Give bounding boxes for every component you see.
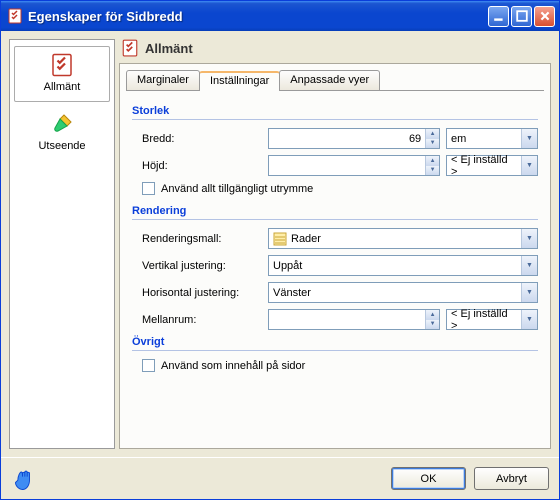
tab-label: Anpassade vyer [290,74,369,86]
valign-label: Vertikal justering: [142,260,262,272]
as-content-label: Använd som innehåll på sidor [161,360,305,372]
category-sidebar: Allmänt Utseende [9,39,115,449]
rows-template-icon [273,232,287,246]
maximize-button[interactable] [511,6,532,27]
width-unit-combo[interactable]: em ▼ [446,128,538,149]
group-title-other: Övrigt [132,336,538,348]
as-content-checkbox[interactable] [142,359,155,372]
chevron-down-icon[interactable]: ▼ [521,256,537,275]
combo-text: Rader [291,233,321,245]
tab-body: Storlek Bredd: ▲ ▼ em [120,91,550,448]
sidebar-item-appearance[interactable]: Utseende [14,106,110,160]
width-spinner[interactable]: ▲ ▼ [268,128,440,149]
use-all-space-label: Använd allt tillgängligt utrymme [161,183,313,195]
row-gap: Mellanrum: ▲ ▼ < Ej inställd > ▼ [142,309,538,330]
combo-value: Uppåt [269,256,521,275]
spin-up-icon[interactable]: ▲ [426,310,439,320]
button-label: OK [421,473,437,485]
app-icon [7,8,23,24]
minimize-button[interactable] [488,6,509,27]
combo-value: em [447,129,521,148]
row-halign: Horisontal justering: Vänster ▼ [142,282,538,303]
page-title: Allmänt [145,41,193,56]
sidebar-item-label: Allmänt [44,81,81,93]
row-use-all-space: Använd allt tillgängligt utrymme [142,182,538,195]
halign-label: Horisontal justering: [142,287,262,299]
height-spinner[interactable]: ▲ ▼ [268,155,440,176]
combo-value: < Ej inställd > [447,156,521,175]
row-width: Bredd: ▲ ▼ em ▼ [142,128,538,149]
tab-label: Marginaler [137,74,189,86]
combo-value: Vänster [269,283,521,302]
spin-up-icon[interactable]: ▲ [426,129,439,139]
row-as-content: Använd som innehåll på sidor [142,359,538,372]
height-unit-combo[interactable]: < Ej inställd > ▼ [446,155,538,176]
height-label: Höjd: [142,160,262,172]
chevron-down-icon[interactable]: ▼ [521,229,537,248]
spin-down-icon[interactable]: ▼ [426,139,439,149]
combo-value: Rader [269,229,521,248]
tab-settings[interactable]: Inställningar [199,71,280,91]
chevron-down-icon[interactable]: ▼ [521,283,537,302]
tab-strip: Marginaler Inställningar Anpassade vyer [120,64,550,90]
tab-custom-views[interactable]: Anpassade vyer [279,70,380,90]
row-template: Renderingsmall: Rader ▼ [142,228,538,249]
gap-label: Mellanrum: [142,314,262,326]
footer-buttons: OK Avbryt [391,467,549,490]
group-title-rendering: Rendering [132,205,538,217]
gap-spinner[interactable]: ▲ ▼ [268,309,440,330]
spin-down-icon[interactable]: ▼ [426,166,439,176]
spin-down-icon[interactable]: ▼ [426,320,439,330]
combo-value: < Ej inställd > [447,310,521,329]
checklist-icon [50,53,74,77]
row-height: Höjd: ▲ ▼ < Ej inställd > ▼ [142,155,538,176]
chevron-down-icon[interactable]: ▼ [521,156,537,175]
client-area: Allmänt Utseende Allmänt Marginaler In [1,31,559,457]
chevron-down-icon[interactable]: ▼ [521,310,537,329]
sidebar-item-general[interactable]: Allmänt [14,46,110,102]
tab-margins[interactable]: Marginaler [126,70,200,90]
width-label: Bredd: [142,133,262,145]
width-input[interactable] [269,129,425,148]
valign-combo[interactable]: Uppåt ▼ [268,255,538,276]
gap-unit-combo[interactable]: < Ej inställd > ▼ [446,309,538,330]
chevron-down-icon[interactable]: ▼ [521,129,537,148]
dialog-window: Egenskaper för Sidbredd Allmänt U [0,0,560,500]
checklist-icon [121,39,139,57]
row-valign: Vertikal justering: Uppåt ▼ [142,255,538,276]
hand-logo-icon [11,464,41,494]
height-input[interactable] [269,156,425,175]
spin-up-icon[interactable]: ▲ [426,156,439,166]
cancel-button[interactable]: Avbryt [474,467,549,490]
halign-combo[interactable]: Vänster ▼ [268,282,538,303]
tab-label: Inställningar [210,75,269,87]
ok-button[interactable]: OK [391,467,466,490]
paintbrush-icon [50,112,74,136]
gap-input[interactable] [269,310,425,329]
window-title: Egenskaper för Sidbredd [28,9,486,24]
button-label: Avbryt [496,473,527,485]
settings-panel: Marginaler Inställningar Anpassade vyer … [119,63,551,449]
main-area: Allmänt Marginaler Inställningar Anpassa… [119,39,551,449]
use-all-space-checkbox[interactable] [142,182,155,195]
title-bar: Egenskaper för Sidbredd [1,1,559,31]
page-header: Allmänt [119,39,551,63]
dialog-footer: OK Avbryt [1,457,559,499]
sidebar-item-label: Utseende [38,140,85,152]
close-button[interactable] [534,6,555,27]
group-title-size: Storlek [132,105,538,117]
template-combo[interactable]: Rader ▼ [268,228,538,249]
template-label: Renderingsmall: [142,233,262,245]
